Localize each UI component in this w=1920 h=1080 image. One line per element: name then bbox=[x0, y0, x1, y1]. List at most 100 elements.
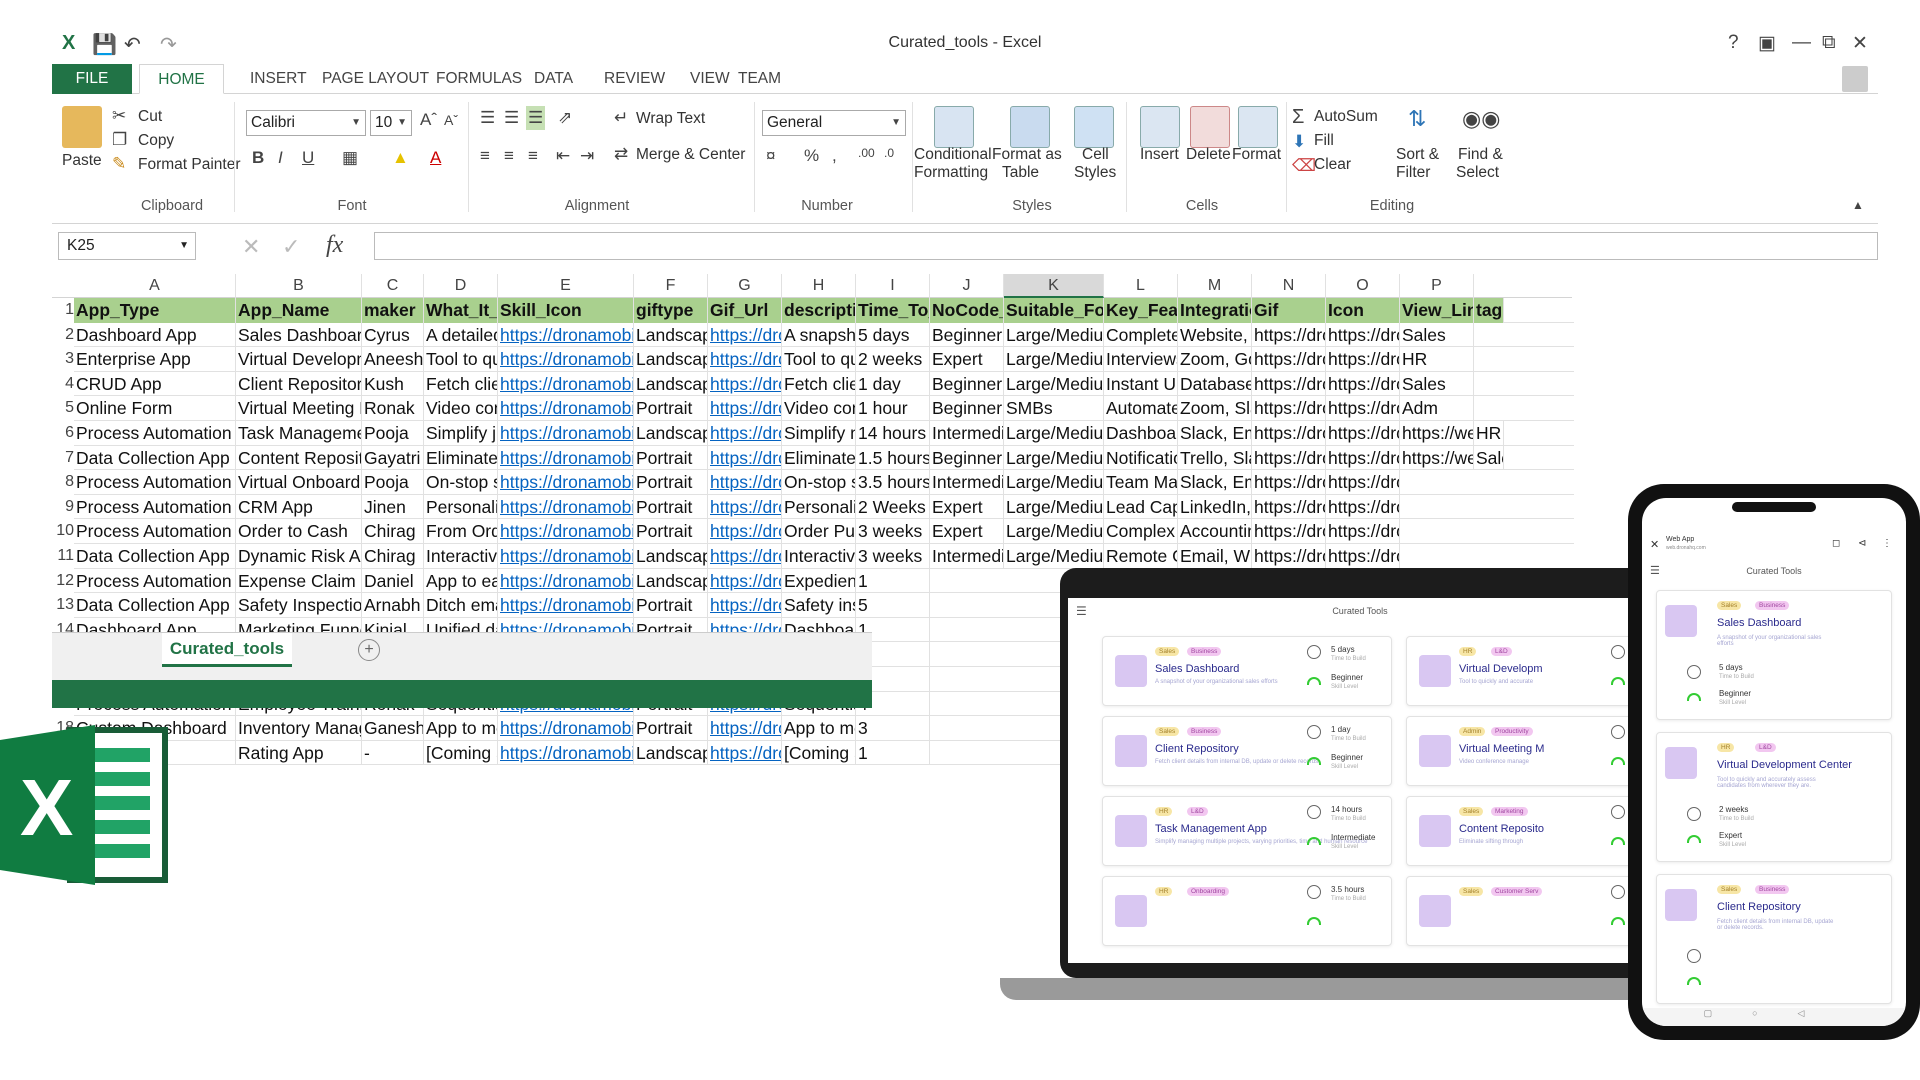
row-header[interactable]: 5 bbox=[52, 396, 74, 421]
cell[interactable]: Beginner bbox=[930, 322, 1004, 348]
cell[interactable]: Expedient v bbox=[782, 568, 856, 594]
confirm-entry-icon[interactable]: ✓ bbox=[282, 234, 300, 260]
cell[interactable]: Large/Medium bbox=[1004, 347, 1104, 372]
cell[interactable]: Ronak bbox=[362, 396, 424, 421]
cell[interactable]: CRM App bbox=[236, 494, 362, 520]
cell[interactable]: Ganesh bbox=[362, 716, 424, 741]
close-icon[interactable]: ✕ bbox=[1650, 538, 1659, 551]
tab-file[interactable]: FILE bbox=[52, 64, 132, 94]
cell[interactable]: Email, Wha bbox=[1178, 544, 1252, 569]
cell[interactable]: Gif_Url bbox=[708, 298, 782, 323]
cell[interactable]: Cyrus bbox=[362, 322, 424, 348]
row-header[interactable]: 4 bbox=[52, 372, 74, 397]
cell[interactable]: Interviews bbox=[1104, 347, 1178, 372]
cell[interactable]: Interactive bbox=[782, 544, 856, 569]
app-card[interactable]: Sales Business Client Repository Fetch c… bbox=[1102, 716, 1392, 786]
help-icon[interactable]: ? bbox=[1728, 32, 1739, 54]
cell[interactable]: Zoom, GoTo bbox=[1178, 347, 1252, 372]
cell[interactable]: Skill_Icon bbox=[498, 298, 634, 323]
cell[interactable]: https://dro bbox=[1252, 347, 1326, 372]
cell[interactable]: Large/Medium bbox=[1004, 544, 1104, 569]
cell-styles-icon[interactable] bbox=[1074, 106, 1114, 148]
cell[interactable]: 1 bbox=[856, 568, 930, 594]
cell[interactable]: Pooja bbox=[362, 421, 424, 446]
ribbon-display-icon[interactable]: ▣ bbox=[1758, 32, 1776, 55]
find-select-button[interactable]: Find & bbox=[1458, 146, 1503, 164]
tab-page-layout[interactable]: PAGE LAYOUT bbox=[314, 64, 437, 94]
align-bottom-icon[interactable]: ☰ bbox=[526, 106, 546, 130]
cell[interactable]: Process Automation App bbox=[74, 519, 236, 544]
cell[interactable]: https://dro bbox=[708, 470, 782, 495]
row-header[interactable]: 2 bbox=[52, 323, 74, 348]
cell[interactable]: Intermediat bbox=[930, 544, 1004, 569]
cell[interactable]: Safety inspe bbox=[782, 593, 856, 618]
cell[interactable]: 1.5 hours bbox=[856, 445, 930, 471]
column-header[interactable]: G bbox=[708, 274, 782, 298]
cell[interactable]: https://dronamobilepu bbox=[498, 593, 634, 618]
cell[interactable]: Aneesh bbox=[362, 347, 424, 372]
cell[interactable]: Time_To_B bbox=[856, 298, 930, 323]
insert-cells-icon[interactable] bbox=[1140, 106, 1180, 148]
cell[interactable]: App_Name bbox=[236, 298, 362, 323]
cell[interactable]: https://dro bbox=[1252, 544, 1326, 569]
format-button[interactable]: Format bbox=[1232, 146, 1281, 164]
cell[interactable]: Large/Medium bbox=[1004, 519, 1104, 544]
cell[interactable]: Video confe bbox=[782, 396, 856, 421]
cell[interactable]: Process Automation bbox=[74, 421, 236, 446]
cell[interactable]: Arnabh bbox=[362, 593, 424, 618]
cell[interactable]: A snapshot bbox=[782, 322, 856, 348]
decrease-decimal-icon[interactable]: .0 bbox=[884, 146, 894, 160]
currency-icon[interactable]: ¤ bbox=[766, 146, 775, 166]
cell[interactable]: https://dronamobilepub bbox=[1326, 322, 1400, 348]
app-card[interactable]: Sales Customer Serv bbox=[1406, 876, 1652, 946]
app-card[interactable]: Sales Business Client Repository Fetch c… bbox=[1656, 874, 1892, 1004]
cell[interactable]: 3 bbox=[856, 716, 930, 741]
fill-button[interactable]: Fill bbox=[1314, 132, 1334, 150]
cell[interactable]: Portrait bbox=[634, 445, 708, 471]
cell[interactable]: Landscape bbox=[634, 347, 708, 372]
cell[interactable]: Portrait bbox=[634, 470, 708, 495]
column-header[interactable]: F bbox=[634, 274, 708, 298]
cell[interactable]: 2 weeks bbox=[856, 347, 930, 372]
cell[interactable]: 14 hours bbox=[856, 421, 930, 446]
cell[interactable]: Intermediat bbox=[930, 421, 1004, 446]
decrease-indent-icon[interactable]: ⇤ bbox=[556, 146, 570, 166]
cell[interactable]: App to mon bbox=[424, 716, 498, 741]
cell[interactable]: Slack, Email bbox=[1178, 421, 1252, 446]
cell[interactable]: Rating App bbox=[236, 740, 362, 766]
cell[interactable]: https://dronamobilepu bbox=[498, 519, 634, 544]
name-box[interactable]: K25 ▼ bbox=[58, 232, 196, 260]
cell[interactable]: https://dro bbox=[708, 519, 782, 544]
cell[interactable]: Jinen bbox=[362, 494, 424, 520]
cell[interactable]: CRUD App bbox=[74, 371, 236, 397]
cell[interactable]: https://dronamobilepu bbox=[498, 716, 634, 741]
cell[interactable]: Notification bbox=[1104, 445, 1178, 471]
column-header[interactable]: C bbox=[362, 274, 424, 298]
close-icon[interactable]: ✕ bbox=[1852, 32, 1868, 55]
clear-button[interactable]: Clear bbox=[1314, 156, 1351, 174]
row-header[interactable]: 7 bbox=[52, 446, 74, 471]
paste-icon[interactable] bbox=[62, 106, 102, 148]
cell[interactable]: Data Collection App bbox=[74, 445, 236, 471]
format-as-table-button[interactable]: Format as bbox=[992, 146, 1062, 164]
cell[interactable]: Daniel bbox=[362, 568, 424, 594]
column-header[interactable]: N bbox=[1252, 274, 1326, 298]
cell[interactable]: Personalize bbox=[424, 494, 498, 520]
cell[interactable]: https://dro bbox=[1252, 494, 1326, 520]
orientation-icon[interactable]: ⇗ bbox=[558, 108, 572, 128]
cell[interactable]: A detailed s bbox=[424, 322, 498, 348]
cell[interactable]: https://dro bbox=[1326, 470, 1400, 495]
share-icon[interactable]: ⊲ bbox=[1858, 538, 1866, 549]
cell[interactable]: https://dro bbox=[708, 322, 782, 348]
row-header[interactable]: 8 bbox=[52, 470, 74, 495]
format-cells-icon[interactable] bbox=[1238, 106, 1278, 148]
cell[interactable]: https://dronamobilepu bbox=[498, 740, 634, 766]
column-header[interactable]: B bbox=[236, 274, 362, 298]
cell[interactable]: https://dronamobilepub bbox=[1326, 347, 1400, 372]
cell[interactable]: Portrait bbox=[634, 519, 708, 544]
cell[interactable]: Order to Cash bbox=[236, 519, 362, 544]
column-header[interactable]: L bbox=[1104, 274, 1178, 298]
cell[interactable]: Inventory Managem bbox=[236, 716, 362, 741]
cell[interactable]: https://dro bbox=[708, 740, 782, 766]
cell[interactable]: Beginner bbox=[930, 371, 1004, 397]
